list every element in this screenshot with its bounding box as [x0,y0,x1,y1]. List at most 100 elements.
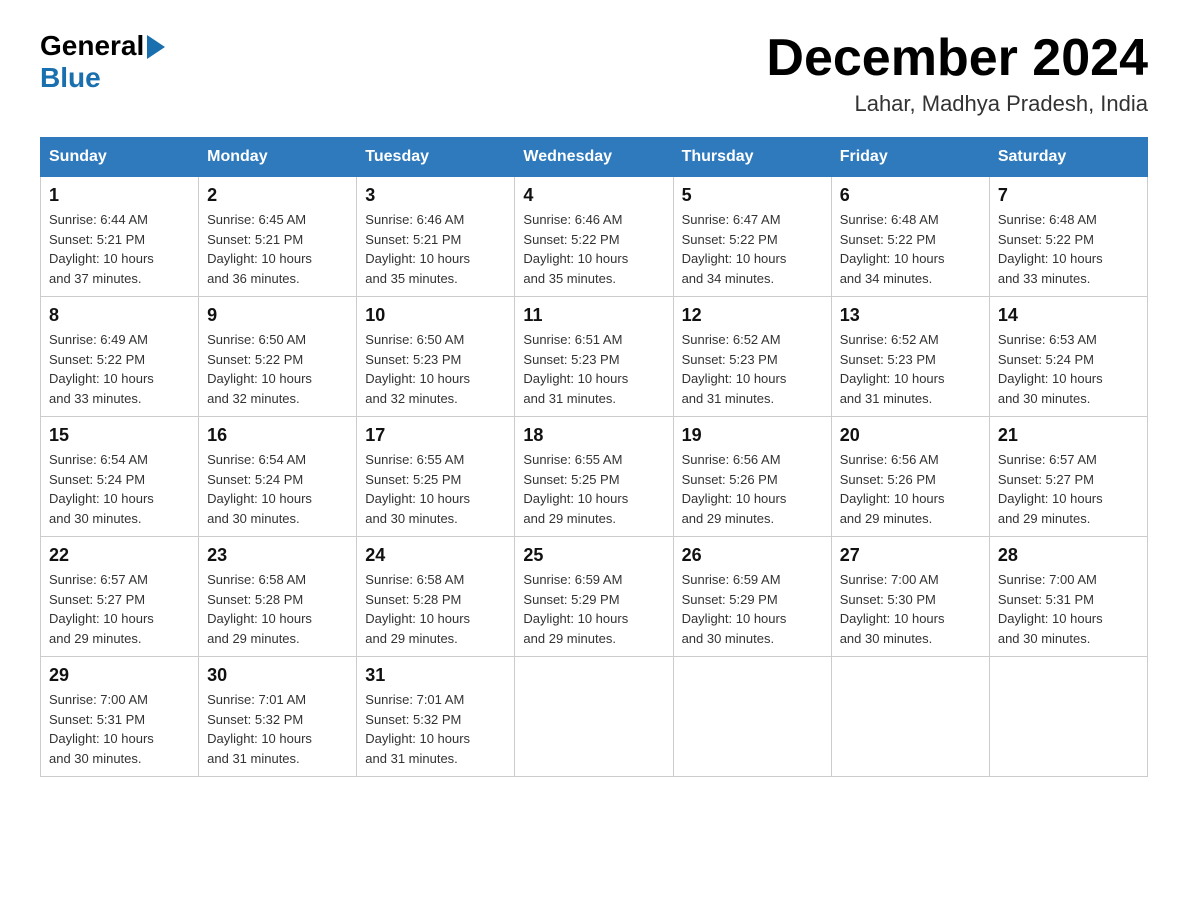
day-info: Sunrise: 6:58 AMSunset: 5:28 PMDaylight:… [365,572,470,646]
calendar-cell: 15 Sunrise: 6:54 AMSunset: 5:24 PMDaylig… [41,417,199,537]
day-info: Sunrise: 6:47 AMSunset: 5:22 PMDaylight:… [682,212,787,286]
day-number: 10 [365,305,506,326]
day-number: 26 [682,545,823,566]
logo: General Blue [40,30,165,94]
logo-general-text: General [40,30,144,62]
day-info: Sunrise: 6:52 AMSunset: 5:23 PMDaylight:… [840,332,945,406]
calendar-cell: 29 Sunrise: 7:00 AMSunset: 5:31 PMDaylig… [41,657,199,777]
header-day-thursday: Thursday [673,138,831,177]
calendar-cell: 26 Sunrise: 6:59 AMSunset: 5:29 PMDaylig… [673,537,831,657]
day-number: 25 [523,545,664,566]
day-info: Sunrise: 6:52 AMSunset: 5:23 PMDaylight:… [682,332,787,406]
day-info: Sunrise: 6:50 AMSunset: 5:22 PMDaylight:… [207,332,312,406]
calendar-cell: 25 Sunrise: 6:59 AMSunset: 5:29 PMDaylig… [515,537,673,657]
day-info: Sunrise: 7:00 AMSunset: 5:31 PMDaylight:… [49,692,154,766]
calendar-cell: 4 Sunrise: 6:46 AMSunset: 5:22 PMDayligh… [515,177,673,297]
day-info: Sunrise: 6:55 AMSunset: 5:25 PMDaylight:… [365,452,470,526]
header-day-monday: Monday [199,138,357,177]
day-info: Sunrise: 6:54 AMSunset: 5:24 PMDaylight:… [207,452,312,526]
calendar-cell: 17 Sunrise: 6:55 AMSunset: 5:25 PMDaylig… [357,417,515,537]
day-number: 13 [840,305,981,326]
day-number: 19 [682,425,823,446]
calendar-cell: 9 Sunrise: 6:50 AMSunset: 5:22 PMDayligh… [199,297,357,417]
calendar-cell: 5 Sunrise: 6:47 AMSunset: 5:22 PMDayligh… [673,177,831,297]
day-number: 31 [365,665,506,686]
header-day-wednesday: Wednesday [515,138,673,177]
day-number: 23 [207,545,348,566]
calendar-cell: 31 Sunrise: 7:01 AMSunset: 5:32 PMDaylig… [357,657,515,777]
header-row: SundayMondayTuesdayWednesdayThursdayFrid… [41,138,1148,177]
day-number: 8 [49,305,190,326]
calendar-week-2: 8 Sunrise: 6:49 AMSunset: 5:22 PMDayligh… [41,297,1148,417]
calendar-cell: 24 Sunrise: 6:58 AMSunset: 5:28 PMDaylig… [357,537,515,657]
calendar-cell: 13 Sunrise: 6:52 AMSunset: 5:23 PMDaylig… [831,297,989,417]
day-number: 27 [840,545,981,566]
day-info: Sunrise: 6:48 AMSunset: 5:22 PMDaylight:… [998,212,1103,286]
calendar-week-1: 1 Sunrise: 6:44 AMSunset: 5:21 PMDayligh… [41,177,1148,297]
calendar-cell: 28 Sunrise: 7:00 AMSunset: 5:31 PMDaylig… [989,537,1147,657]
day-number: 28 [998,545,1139,566]
day-info: Sunrise: 6:45 AMSunset: 5:21 PMDaylight:… [207,212,312,286]
day-number: 11 [523,305,664,326]
calendar-cell [673,657,831,777]
day-info: Sunrise: 6:57 AMSunset: 5:27 PMDaylight:… [49,572,154,646]
day-number: 24 [365,545,506,566]
calendar-cell: 22 Sunrise: 6:57 AMSunset: 5:27 PMDaylig… [41,537,199,657]
calendar-cell: 14 Sunrise: 6:53 AMSunset: 5:24 PMDaylig… [989,297,1147,417]
day-number: 16 [207,425,348,446]
day-number: 29 [49,665,190,686]
day-number: 5 [682,185,823,206]
day-info: Sunrise: 6:49 AMSunset: 5:22 PMDaylight:… [49,332,154,406]
calendar-cell: 20 Sunrise: 6:56 AMSunset: 5:26 PMDaylig… [831,417,989,537]
calendar-cell: 27 Sunrise: 7:00 AMSunset: 5:30 PMDaylig… [831,537,989,657]
calendar-cell: 23 Sunrise: 6:58 AMSunset: 5:28 PMDaylig… [199,537,357,657]
calendar-cell [989,657,1147,777]
calendar-cell: 1 Sunrise: 6:44 AMSunset: 5:21 PMDayligh… [41,177,199,297]
calendar-table: SundayMondayTuesdayWednesdayThursdayFrid… [40,137,1148,777]
day-number: 20 [840,425,981,446]
calendar-cell: 30 Sunrise: 7:01 AMSunset: 5:32 PMDaylig… [199,657,357,777]
calendar-cell: 2 Sunrise: 6:45 AMSunset: 5:21 PMDayligh… [199,177,357,297]
day-number: 4 [523,185,664,206]
day-number: 21 [998,425,1139,446]
calendar-week-5: 29 Sunrise: 7:00 AMSunset: 5:31 PMDaylig… [41,657,1148,777]
calendar-cell: 8 Sunrise: 6:49 AMSunset: 5:22 PMDayligh… [41,297,199,417]
calendar-cell: 21 Sunrise: 6:57 AMSunset: 5:27 PMDaylig… [989,417,1147,537]
day-info: Sunrise: 6:58 AMSunset: 5:28 PMDaylight:… [207,572,312,646]
logo-arrow-icon [147,35,165,59]
day-info: Sunrise: 6:50 AMSunset: 5:23 PMDaylight:… [365,332,470,406]
calendar-cell: 16 Sunrise: 6:54 AMSunset: 5:24 PMDaylig… [199,417,357,537]
day-info: Sunrise: 6:44 AMSunset: 5:21 PMDaylight:… [49,212,154,286]
logo-blue-text: Blue [40,62,101,94]
calendar-week-4: 22 Sunrise: 6:57 AMSunset: 5:27 PMDaylig… [41,537,1148,657]
day-number: 1 [49,185,190,206]
header-day-saturday: Saturday [989,138,1147,177]
day-info: Sunrise: 7:00 AMSunset: 5:31 PMDaylight:… [998,572,1103,646]
calendar-cell [515,657,673,777]
calendar-cell: 12 Sunrise: 6:52 AMSunset: 5:23 PMDaylig… [673,297,831,417]
day-info: Sunrise: 6:56 AMSunset: 5:26 PMDaylight:… [682,452,787,526]
day-number: 3 [365,185,506,206]
day-number: 12 [682,305,823,326]
calendar-cell: 18 Sunrise: 6:55 AMSunset: 5:25 PMDaylig… [515,417,673,537]
day-number: 30 [207,665,348,686]
day-number: 22 [49,545,190,566]
day-number: 7 [998,185,1139,206]
calendar-subtitle: Lahar, Madhya Pradesh, India [766,91,1148,117]
day-info: Sunrise: 6:56 AMSunset: 5:26 PMDaylight:… [840,452,945,526]
calendar-week-3: 15 Sunrise: 6:54 AMSunset: 5:24 PMDaylig… [41,417,1148,537]
day-number: 2 [207,185,348,206]
header-day-tuesday: Tuesday [357,138,515,177]
day-info: Sunrise: 6:57 AMSunset: 5:27 PMDaylight:… [998,452,1103,526]
day-info: Sunrise: 6:55 AMSunset: 5:25 PMDaylight:… [523,452,628,526]
day-info: Sunrise: 6:54 AMSunset: 5:24 PMDaylight:… [49,452,154,526]
day-info: Sunrise: 6:53 AMSunset: 5:24 PMDaylight:… [998,332,1103,406]
day-info: Sunrise: 6:48 AMSunset: 5:22 PMDaylight:… [840,212,945,286]
day-number: 6 [840,185,981,206]
day-number: 15 [49,425,190,446]
title-section: December 2024 Lahar, Madhya Pradesh, Ind… [766,30,1148,117]
day-number: 18 [523,425,664,446]
calendar-cell: 10 Sunrise: 6:50 AMSunset: 5:23 PMDaylig… [357,297,515,417]
day-info: Sunrise: 7:00 AMSunset: 5:30 PMDaylight:… [840,572,945,646]
day-number: 17 [365,425,506,446]
